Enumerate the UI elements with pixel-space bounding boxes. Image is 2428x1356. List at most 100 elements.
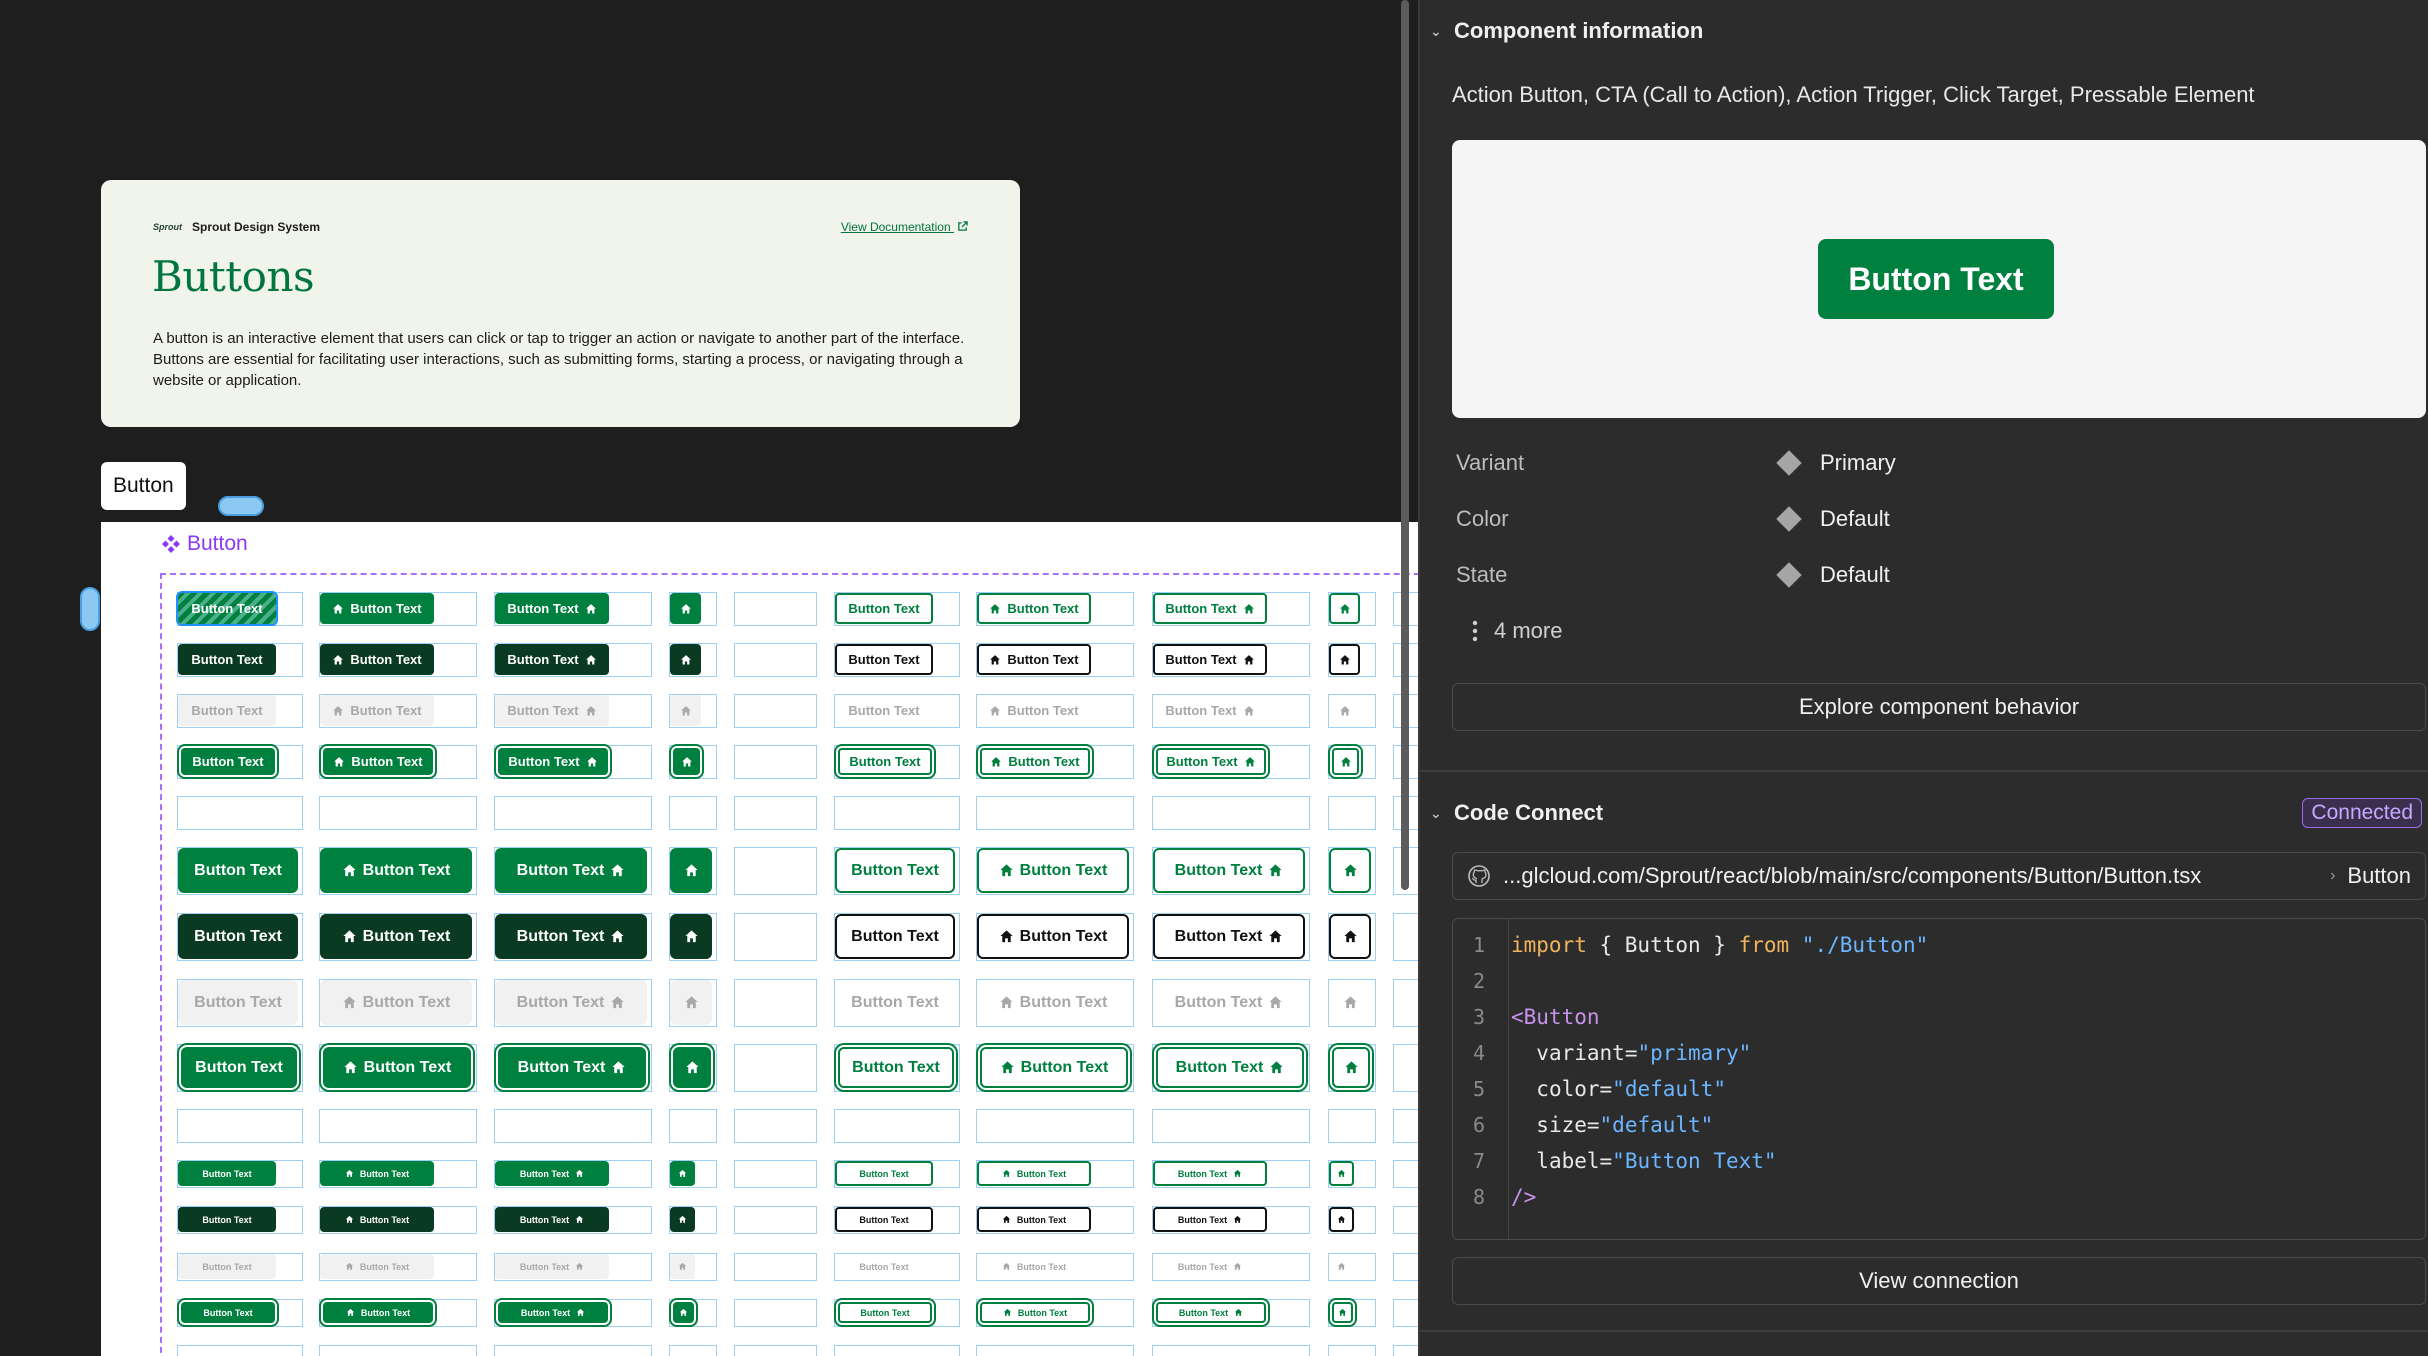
icon-button[interactable]	[1329, 980, 1371, 1025]
variant-cell[interactable]	[1152, 1109, 1310, 1143]
icon-button[interactable]	[673, 1302, 694, 1323]
variant-cell[interactable]: Button Text	[319, 592, 477, 626]
code-connect-header[interactable]: ⌄ Code Connect	[1430, 800, 1603, 826]
variant-cell[interactable]: Button Text	[976, 745, 1134, 779]
variant-cell[interactable]: Button Text	[494, 1160, 652, 1188]
variant-cell[interactable]	[669, 796, 717, 830]
variant-button[interactable]: Button Text	[977, 695, 1091, 726]
variant-button[interactable]: Button Text	[977, 1207, 1091, 1232]
variant-button[interactable]: Button Text	[181, 1302, 275, 1323]
variant-cell[interactable]	[1393, 1160, 1418, 1188]
variant-button[interactable]: Button Text	[495, 848, 647, 893]
variant-cell[interactable]: Button Text	[834, 592, 960, 626]
icon-button[interactable]	[1329, 1254, 1354, 1279]
variant-cell[interactable]	[319, 1345, 477, 1356]
variant-cell[interactable]	[669, 1206, 717, 1234]
variant-cell[interactable]	[177, 796, 303, 830]
variant-cell[interactable]	[669, 847, 717, 895]
variant-cell[interactable]: Button Text	[494, 1206, 652, 1234]
variant-button[interactable]: Button Text	[323, 748, 433, 775]
variant-button[interactable]: Button Text	[835, 1254, 933, 1279]
variant-button[interactable]: Button Text	[495, 1161, 609, 1186]
variant-cell[interactable]	[734, 847, 817, 895]
variant-cell[interactable]: Button Text	[976, 592, 1134, 626]
variant-cell[interactable]	[1328, 979, 1376, 1027]
variant-button[interactable]: Button Text	[835, 914, 955, 959]
variant-button[interactable]: Button Text	[838, 1302, 932, 1323]
variant-cell[interactable]: Button Text	[177, 979, 303, 1027]
icon-button[interactable]	[1329, 644, 1360, 675]
variant-button[interactable]: Button Text	[977, 1161, 1091, 1186]
variant-cell[interactable]	[669, 694, 717, 728]
variant-cell[interactable]	[834, 1345, 960, 1356]
variant-cell[interactable]	[669, 1253, 717, 1281]
variant-cell[interactable]: Button Text	[834, 1299, 960, 1327]
variant-button[interactable]: Button Text	[320, 644, 434, 675]
variant-button[interactable]: Button Text	[320, 1161, 434, 1186]
variant-button[interactable]: Button Text	[835, 848, 955, 893]
variant-cell[interactable]	[734, 913, 817, 961]
variant-cell[interactable]: Button Text	[976, 1160, 1134, 1188]
variant-cell[interactable]	[1328, 1109, 1376, 1143]
variant-cell[interactable]	[734, 1345, 817, 1356]
variant-button[interactable]: Button Text	[495, 644, 609, 675]
view-connection-button[interactable]: View connection	[1452, 1257, 2426, 1305]
variant-cell[interactable]	[1393, 1206, 1418, 1234]
variant-cell[interactable]	[734, 1253, 817, 1281]
variant-cell[interactable]	[1152, 796, 1310, 830]
variant-cell[interactable]: Button Text	[177, 643, 303, 677]
variant-button[interactable]: Button Text	[498, 1047, 646, 1088]
variant-cell[interactable]	[669, 745, 717, 779]
variant-cell[interactable]	[1393, 979, 1418, 1027]
variant-button[interactable]: Button Text	[323, 1047, 471, 1088]
variant-cell[interactable]: Button Text	[177, 1253, 303, 1281]
variant-cell[interactable]: Button Text	[976, 1299, 1134, 1327]
variant-button[interactable]: Button Text	[835, 980, 955, 1025]
variant-cell[interactable]	[976, 1345, 1134, 1356]
variant-button[interactable]: Button Text	[1153, 1254, 1267, 1279]
variant-cell[interactable]	[669, 1109, 717, 1143]
variant-cell[interactable]: Button Text	[1152, 1160, 1310, 1188]
variant-cell[interactable]: Button Text	[976, 694, 1134, 728]
variant-cell[interactable]: Button Text	[494, 1044, 652, 1092]
variant-button[interactable]: Button Text	[1153, 980, 1305, 1025]
variant-cell[interactable]	[669, 592, 717, 626]
variant-cell[interactable]: Button Text	[494, 1299, 652, 1327]
icon-button[interactable]	[670, 593, 701, 624]
variant-cell[interactable]	[1328, 1206, 1376, 1234]
variant-button[interactable]: Button Text	[320, 1254, 434, 1279]
variant-button[interactable]: Button Text	[498, 748, 608, 775]
variant-cell[interactable]	[494, 796, 652, 830]
button-frame[interactable]: Button Button Text Button Text Button Text…	[101, 522, 1418, 1356]
variant-cell[interactable]: Button Text	[1152, 1044, 1310, 1092]
variant-cell[interactable]: Button Text	[319, 1160, 477, 1188]
variant-cell[interactable]	[669, 913, 717, 961]
variant-cell[interactable]: Button Text	[177, 1160, 303, 1188]
variant-cell[interactable]: Button Text	[976, 979, 1134, 1027]
variant-cell[interactable]: Button Text	[176, 591, 303, 626]
property-color[interactable]: Color Default	[1456, 503, 1890, 535]
variant-cell[interactable]	[1393, 1109, 1418, 1143]
variant-cell[interactable]	[319, 1109, 477, 1143]
variant-button[interactable]: Button Text	[835, 1207, 933, 1232]
variant-cell[interactable]	[1393, 1299, 1418, 1327]
variant-cell[interactable]: Button Text	[319, 643, 477, 677]
variant-button[interactable]: Button Text	[977, 593, 1091, 624]
variant-button[interactable]: Button Text	[178, 914, 298, 959]
icon-button[interactable]	[1332, 1047, 1370, 1088]
icon-button[interactable]	[1329, 914, 1371, 959]
variant-cell[interactable]: Button Text	[319, 1299, 477, 1327]
variant-cell[interactable]	[1328, 1160, 1376, 1188]
variant-button[interactable]: Button Text	[320, 980, 472, 1025]
variant-button[interactable]: Button Text	[1153, 695, 1267, 726]
variant-cell[interactable]	[1393, 913, 1418, 961]
variant-cell[interactable]: Button Text	[494, 745, 652, 779]
variant-cell[interactable]	[494, 1109, 652, 1143]
variant-cell[interactable]	[1328, 1253, 1376, 1281]
property-variant[interactable]: Variant Primary	[1456, 447, 1896, 479]
variant-button[interactable]: Button Text	[1156, 1047, 1304, 1088]
variant-button[interactable]: Button Text	[320, 848, 472, 893]
icon-button[interactable]	[670, 1161, 695, 1186]
variant-button[interactable]: Button Text	[838, 748, 932, 775]
icon-button[interactable]	[670, 695, 701, 726]
